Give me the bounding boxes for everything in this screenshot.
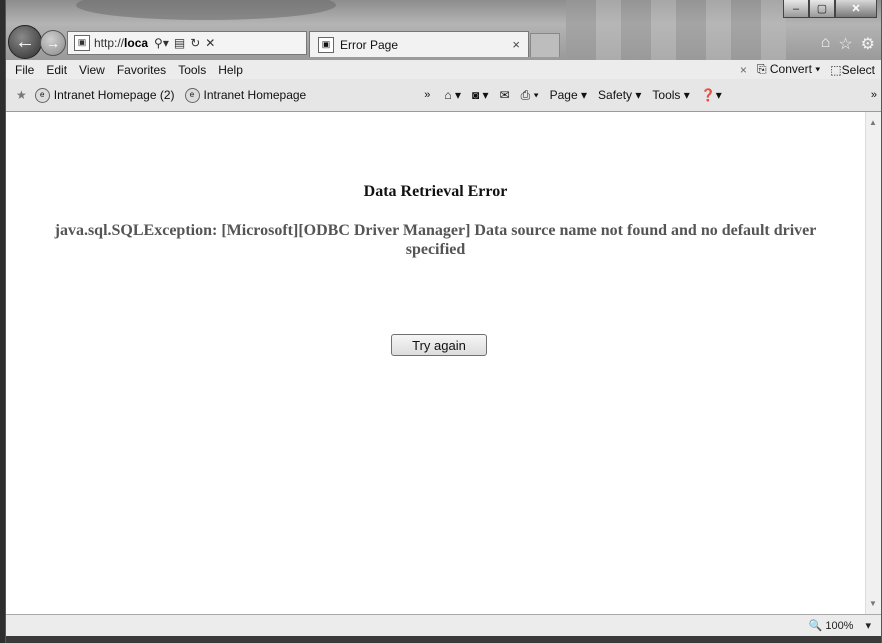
select-icon: ⬚	[830, 62, 842, 77]
maximize-button[interactable]: ▢	[809, 0, 835, 18]
address-host: loca	[124, 36, 149, 50]
safety-label: Safety	[598, 88, 633, 102]
menu-bar: File Edit View Favorites Tools Help × ⎘ …	[6, 60, 881, 79]
menu-favorites[interactable]: Favorites	[117, 63, 166, 77]
tab-title: Error Page	[340, 37, 399, 52]
favorite-label: Intranet Homepage	[203, 88, 307, 102]
ie-page-icon: e	[34, 87, 50, 103]
zoom-control[interactable]: 🔍 100% ▾	[809, 619, 871, 632]
stop-icon[interactable]: ✕	[205, 36, 215, 50]
zoom-icon: 🔍	[808, 620, 823, 632]
refresh-icon[interactable]: ↻	[190, 36, 200, 50]
zoom-dropdown-icon[interactable]: ▾	[865, 619, 871, 632]
convert-button[interactable]: ⎘ Convert ▾	[757, 62, 820, 77]
forward-button[interactable]: →	[40, 30, 66, 56]
rss-feed-icon: ◙	[471, 88, 480, 102]
settings-gear-icon[interactable]: ⚙	[861, 34, 875, 54]
address-url: http://loca	[94, 36, 148, 50]
help-icon: ❓	[700, 88, 716, 102]
tools-label: Tools	[652, 88, 681, 102]
new-tab-button[interactable]	[530, 33, 560, 57]
menu-edit[interactable]: Edit	[46, 63, 67, 77]
close-window-button[interactable]: ✕	[835, 0, 877, 18]
page-label: Page	[549, 88, 578, 102]
title-decoration-2	[566, 0, 786, 60]
error-message: java.sql.SQLException: [Microsoft][ODBC …	[54, 222, 817, 258]
address-tools: ⚲▾ ▤ ↻ ✕	[154, 36, 215, 50]
address-prefix: http://	[94, 36, 125, 50]
back-arrow-icon: ←	[15, 30, 35, 53]
menu-tools[interactable]: Tools	[178, 63, 206, 77]
menu-right-tools: × ⎘ Convert ▾ ⬚Select	[740, 62, 875, 77]
printer-icon: ⎙	[520, 87, 531, 102]
print-command-button[interactable]: ⎙ ▾	[521, 88, 539, 103]
menu-close-button[interactable]: ×	[740, 63, 747, 77]
select-button[interactable]: ⬚Select	[830, 63, 875, 77]
command-bar: ⌂ ▾ ◙ ▾ ✉ ⎙ ▾ Page ▾ Safety ▾ Tools ▾ ❓▾	[444, 88, 721, 103]
favorites-add-icon[interactable]: ★	[16, 88, 27, 102]
home-icon[interactable]: ⌂	[821, 34, 831, 54]
zoom-level: 🔍 100%	[809, 619, 854, 632]
mail-icon: ✉	[499, 88, 510, 102]
taskbar-edge	[6, 636, 881, 643]
browser-window: ← → ▣ http://loca ⚲▾ ▤ ↻ ✕ ▣ Error Page …	[5, 0, 882, 643]
window-controls: – ▢ ✕	[783, 0, 877, 18]
page-title: Data Retrieval Error	[363, 183, 508, 200]
favorites-star-icon[interactable]: ☆	[838, 34, 852, 54]
page-icon: ▣	[74, 35, 90, 51]
search-icon[interactable]: ⚲▾	[154, 36, 169, 50]
minimize-button[interactable]: –	[783, 0, 809, 18]
convert-label: Convert	[769, 62, 812, 76]
compat-view-icon[interactable]: ▤	[174, 36, 185, 50]
mail-command-button[interactable]: ✉	[500, 88, 510, 102]
feeds-command-button[interactable]: ◙ ▾	[472, 88, 489, 102]
address-bar[interactable]: ▣ http://loca ⚲▾ ▤ ↻ ✕	[67, 31, 307, 55]
ie-page-icon: e	[184, 87, 200, 103]
page-content: Data Retrieval Error java.sql.SQLExcepti…	[6, 112, 865, 614]
scroll-up-icon[interactable]: ▲	[869, 118, 877, 127]
favorites-bar: ★ e Intranet Homepage (2) e Intranet Homep…	[6, 79, 881, 112]
menu-view[interactable]: View	[79, 63, 105, 77]
try-again-button[interactable]: Try again	[391, 334, 487, 356]
title-decoration	[76, 0, 336, 20]
forward-arrow-icon: →	[46, 35, 60, 51]
menu-help[interactable]: Help	[218, 63, 243, 77]
convert-icon: ⎘	[756, 62, 767, 76]
vertical-scrollbar[interactable]: ▲ ▼	[865, 112, 881, 614]
menu-file[interactable]: File	[15, 63, 34, 77]
home-icon: ⌂	[444, 88, 452, 102]
tab-page-icon: ▣	[318, 36, 334, 53]
command-overflow-button[interactable]: »	[871, 89, 877, 101]
zoom-value: 100%	[825, 620, 854, 632]
scroll-down-icon[interactable]: ▼	[869, 599, 877, 608]
favorite-link-intranet[interactable]: e Intranet Homepage	[184, 87, 307, 103]
home-command-button[interactable]: ⌂ ▾	[444, 88, 461, 102]
safety-menu-button[interactable]: Safety ▾	[598, 88, 641, 102]
favorite-label: Intranet Homepage (2)	[53, 88, 175, 102]
select-label: Select	[841, 62, 875, 77]
favorites-overflow-button[interactable]: »	[424, 89, 430, 101]
tab-close-button[interactable]: ×	[512, 37, 520, 52]
browser-right-icons: ⌂ ☆ ⚙	[821, 34, 875, 54]
favorite-link-intranet-2[interactable]: e Intranet Homepage (2)	[34, 87, 175, 103]
title-bar: ← → ▣ http://loca ⚲▾ ▤ ↻ ✕ ▣ Error Page …	[6, 0, 881, 60]
status-bar: 🔍 100% ▾	[6, 614, 881, 636]
help-command-button[interactable]: ❓▾	[701, 88, 722, 102]
back-button[interactable]: ←	[8, 25, 42, 59]
tools-menu-button[interactable]: Tools ▾	[652, 88, 689, 102]
page-menu-button[interactable]: Page ▾	[550, 88, 587, 102]
tab-error-page[interactable]: ▣ Error Page ×	[309, 31, 529, 57]
